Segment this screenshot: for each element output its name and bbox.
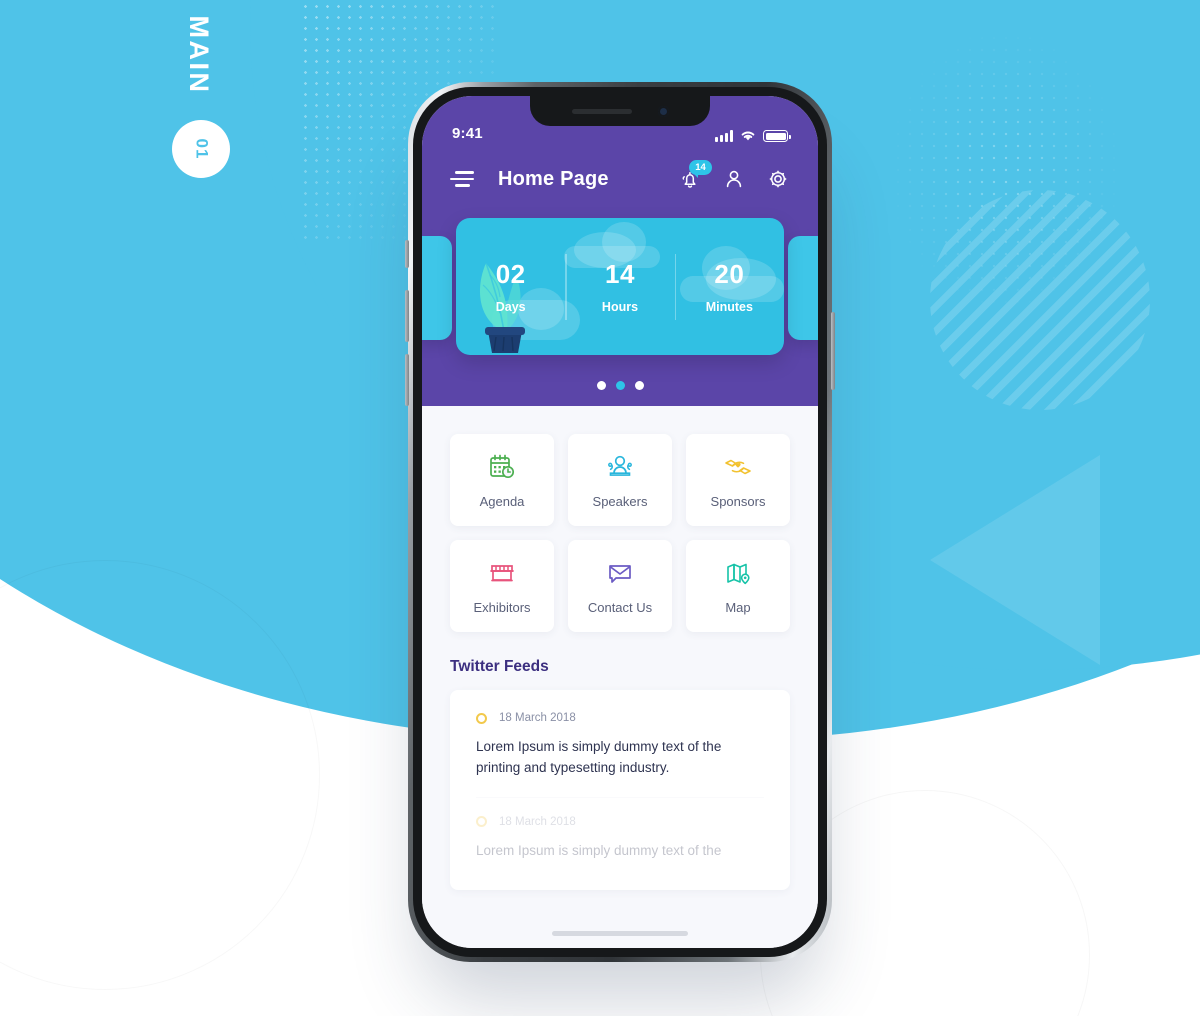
envelope-chat-icon bbox=[605, 558, 635, 588]
phone-screen: 9:41 Home Page 14 02 Days 14 Hours 20 Mi… bbox=[422, 96, 818, 948]
tile-label: Agenda bbox=[479, 493, 525, 509]
app-header: 9:41 Home Page 14 02 Days 14 Hours 20 Mi… bbox=[422, 96, 818, 406]
countdown-label: Hours bbox=[601, 300, 639, 314]
tile-label: Contact Us bbox=[587, 599, 653, 615]
tile-speakers[interactable]: Speakers bbox=[568, 434, 672, 526]
tile-contact-us[interactable]: Contact Us bbox=[568, 540, 672, 632]
countdown-cells: 02 Days 14 Hours 20 Minutes bbox=[456, 218, 784, 355]
feed-date: 18 March 2018 bbox=[499, 712, 576, 724]
phone-bezel: 9:41 Home Page 14 02 Days 14 Hours 20 Mi… bbox=[413, 87, 827, 957]
carousel-dot-3[interactable] bbox=[634, 381, 644, 390]
front-camera-icon bbox=[657, 105, 669, 117]
handshake-heart-icon bbox=[723, 452, 753, 482]
countdown-unit-minutes: 20 Minutes bbox=[675, 259, 784, 314]
countdown-unit-days: 02 Days bbox=[456, 259, 565, 314]
feed-text: Lorem Ipsum is simply dummy text of the bbox=[476, 842, 722, 858]
phone-mockup: 9:41 Home Page 14 02 Days 14 Hours 20 Mi… bbox=[405, 82, 835, 962]
notification-badge: 14 bbox=[689, 160, 712, 178]
slide-number: 01 bbox=[191, 138, 211, 160]
tile-label: Exhibitors bbox=[473, 599, 531, 615]
tile-sponsors[interactable]: Sponsors bbox=[686, 434, 790, 526]
section-title-twitter-feeds: Twitter Feeds bbox=[450, 658, 549, 675]
wifi-icon bbox=[741, 131, 755, 141]
carousel-peek-next[interactable] bbox=[788, 236, 818, 340]
nav-bar: Home Page 14 bbox=[422, 148, 818, 204]
hamburger-menu-icon[interactable] bbox=[450, 171, 474, 187]
slide-number-badge: 01 bbox=[172, 120, 230, 178]
carousel-dot-1[interactable] bbox=[596, 381, 606, 390]
presentation-stage: MAIN 01 9:41 Home Page 14 02 Days 14 Hou… bbox=[0, 0, 1200, 1016]
main-content: Agenda Speakers Sponsors Exhibitors Cont… bbox=[422, 406, 818, 948]
storefront-icon bbox=[487, 558, 517, 588]
feed-bullet-icon bbox=[476, 712, 487, 724]
carousel-peek-previous[interactable] bbox=[422, 236, 452, 340]
nav-actions: 14 bbox=[678, 160, 790, 191]
status-time: 9:41 bbox=[452, 125, 483, 142]
quick-links-grid: Agenda Speakers Sponsors Exhibitors Cont… bbox=[450, 434, 790, 632]
home-indicator[interactable] bbox=[552, 931, 688, 936]
notification-bell-button[interactable]: 14 bbox=[678, 160, 712, 191]
speaker-person-icon bbox=[605, 452, 635, 482]
countdown-unit-hours: 14 Hours bbox=[565, 259, 674, 314]
countdown-label: Days bbox=[495, 300, 526, 314]
tile-label: Map bbox=[725, 599, 751, 615]
tile-label: Speakers bbox=[592, 493, 648, 509]
feed-item[interactable]: 18 March 2018 Lorem Ipsum is simply dumm… bbox=[476, 796, 764, 880]
user-profile-icon bbox=[726, 170, 742, 188]
tile-exhibitors[interactable]: Exhibitors bbox=[450, 540, 554, 632]
status-icons bbox=[715, 129, 791, 142]
feed-date-row: 18 March 2018 bbox=[476, 712, 764, 724]
countdown-carousel[interactable]: 02 Days 14 Hours 20 Minutes bbox=[422, 218, 818, 358]
tile-label: Sponsors bbox=[710, 493, 766, 509]
slide-label: MAIN bbox=[184, 15, 215, 95]
carousel-dot-2[interactable] bbox=[615, 381, 625, 390]
settings-gear-icon bbox=[769, 170, 787, 188]
feed-item[interactable]: 18 March 2018 Lorem Ipsum is simply dumm… bbox=[476, 712, 764, 797]
countdown-value: 14 bbox=[605, 259, 635, 289]
volume-down-button[interactable] bbox=[405, 354, 409, 406]
settings-gear-button[interactable] bbox=[766, 167, 790, 191]
tile-map[interactable]: Map bbox=[686, 540, 790, 632]
background-triangle bbox=[930, 455, 1100, 665]
user-profile-button[interactable] bbox=[722, 167, 746, 191]
countdown-value: 20 bbox=[714, 259, 745, 289]
page-title: Home Page bbox=[498, 167, 609, 190]
volume-up-button[interactable] bbox=[405, 290, 409, 342]
calendar-clock-icon bbox=[487, 452, 517, 482]
battery-icon bbox=[763, 130, 791, 142]
background-striped-circle bbox=[930, 190, 1150, 410]
map-pin-icon bbox=[723, 558, 753, 588]
power-button[interactable] bbox=[831, 312, 835, 390]
signal-icon bbox=[715, 130, 733, 142]
silent-switch[interactable] bbox=[405, 240, 409, 268]
countdown-card[interactable]: 02 Days 14 Hours 20 Minutes bbox=[456, 218, 784, 355]
countdown-value: 02 bbox=[495, 259, 526, 289]
twitter-feed-card: 18 March 2018 Lorem Ipsum is simply dumm… bbox=[450, 690, 790, 890]
carousel-pagination bbox=[422, 381, 818, 390]
feed-date-row: 18 March 2018 bbox=[476, 816, 764, 828]
phone-notch bbox=[530, 96, 710, 126]
feed-bullet-icon bbox=[476, 816, 487, 828]
feed-date: 18 March 2018 bbox=[499, 815, 576, 828]
tile-agenda[interactable]: Agenda bbox=[450, 434, 554, 526]
earpiece-speaker-icon bbox=[571, 108, 632, 114]
feed-text: Lorem Ipsum is simply dummy text of the … bbox=[476, 739, 722, 775]
countdown-label: Minutes bbox=[705, 300, 753, 314]
